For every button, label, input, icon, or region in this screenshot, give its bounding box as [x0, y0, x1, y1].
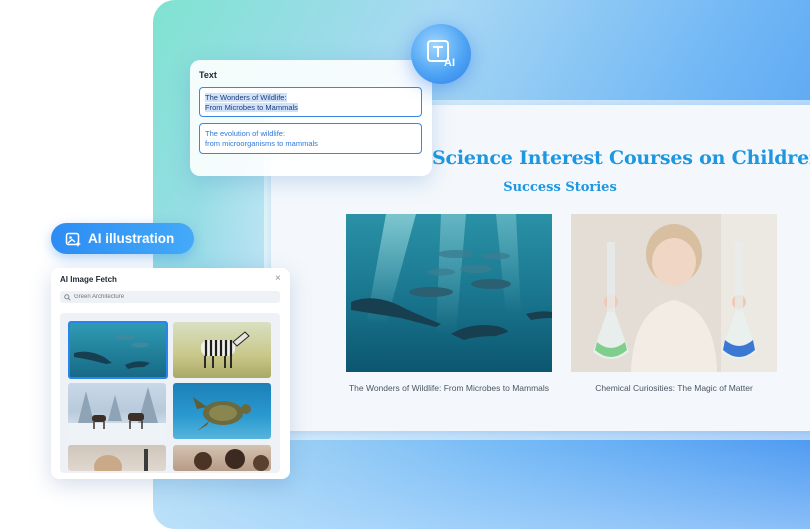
result-thumb-zebra[interactable] [173, 322, 271, 378]
text-ai-icon: AI [427, 40, 455, 69]
text-panel-title: Text [199, 70, 217, 80]
svg-text:AI: AI [444, 57, 455, 69]
text-option-line: from microorganisms to mammals [205, 139, 318, 148]
slide-subtitle[interactable]: Success Stories [460, 180, 660, 198]
reindeer-thumbnail [68, 387, 166, 439]
child-chemistry-photo[interactable] [571, 214, 777, 372]
text-option-line: The Wonders of Wildlife: [205, 93, 287, 102]
text-suggestions-panel [190, 60, 432, 176]
dolphins-photo[interactable] [346, 214, 552, 372]
ai-text-button[interactable]: AI [406, 19, 476, 89]
classroom-thumbnail [194, 449, 269, 471]
image-search-field[interactable] [60, 291, 280, 303]
child-chemistry-illustration [571, 214, 777, 372]
image-fetch-title: AI Image Fetch [60, 275, 117, 284]
result-thumb-child[interactable] [68, 445, 166, 471]
child-thumbnail [94, 449, 148, 471]
result-thumb-reindeer[interactable] [68, 383, 166, 439]
text-option-line: The evolution of wildlife: [205, 129, 286, 138]
close-icon[interactable]: × [275, 273, 281, 284]
photo-caption-wildlife: The Wonders of Wildlife: From Microbes t… [348, 383, 550, 393]
dolphins-illustration [351, 214, 552, 340]
result-thumb-dolphins[interactable] [68, 321, 168, 379]
image-sparkle-icon [65, 232, 81, 247]
ai-illustration-label: AI illustration [88, 231, 175, 246]
zebra-thumbnail [201, 331, 250, 368]
text-option-alternative[interactable]: The evolution of wildlife: from microorg… [199, 123, 422, 154]
dolphins-thumbnail [74, 334, 150, 369]
search-icon [64, 293, 71, 301]
result-thumb-classroom[interactable] [173, 445, 271, 471]
photo-caption-chemistry: Chemical Curiosities: The Magic of Matte… [595, 383, 753, 393]
text-option-line: From Microbes to Mammals [205, 103, 298, 112]
image-search-input[interactable] [74, 294, 264, 300]
turtle-thumbnail [193, 397, 251, 431]
ai-illustration-button[interactable]: AI illustration [51, 223, 194, 254]
slide-title[interactable]: Science Interest Courses on Children [432, 147, 810, 175]
result-thumb-turtle[interactable] [173, 383, 271, 439]
text-option-selected[interactable]: The Wonders of Wildlife: From Microbes t… [199, 87, 422, 117]
